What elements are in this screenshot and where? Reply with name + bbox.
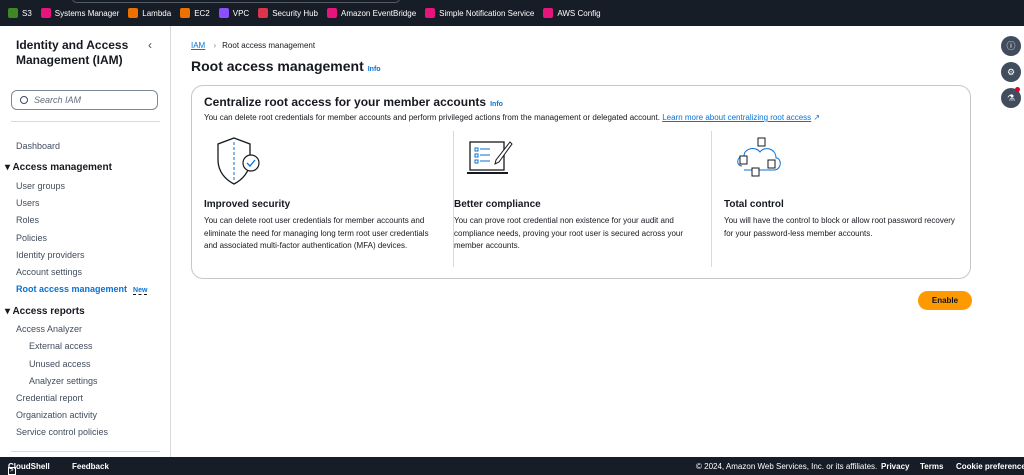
feature-improved-security: Improved security You can delete root us…: [204, 131, 454, 267]
section-access-reports[interactable]: ▾ Access reports: [5, 306, 85, 317]
section-access-management[interactable]: ▾ Access management: [5, 162, 112, 173]
search-icon: [20, 96, 28, 104]
feature-better-compliance: Better compliance You can prove root cre…: [454, 131, 712, 267]
favorite-aws-config[interactable]: AWS Config: [543, 8, 601, 18]
sidebar-item-identity-providers[interactable]: Identity providers: [16, 250, 85, 260]
systems-manager-icon: [40, 8, 51, 18]
card-description: You can delete root credentials for memb…: [204, 113, 821, 122]
ec2-icon: [180, 8, 191, 18]
info-panel-icon[interactable]: ⓘ: [1001, 36, 1021, 56]
sidebar-item-root-access-management[interactable]: Root access management New: [16, 284, 148, 295]
cloud-cubes-icon: [737, 137, 781, 177]
cookie-preferences-link[interactable]: Cookie preferences: [956, 462, 1024, 471]
sidebar-item-service-control-policies[interactable]: Service control policies: [16, 427, 108, 437]
favorites-bar: S3 Systems Manager Lambda EC2 VPC Securi…: [8, 8, 601, 18]
terms-link[interactable]: Terms: [920, 462, 943, 471]
search-iam-input[interactable]: Search IAM: [11, 90, 158, 110]
notification-dot: [1015, 87, 1020, 92]
favorite-security-hub[interactable]: Security Hub: [258, 8, 318, 18]
aws-config-icon: [543, 8, 554, 18]
settings-icon[interactable]: ⚙: [1001, 62, 1021, 82]
cloudshell-button[interactable]: > CloudShell: [8, 462, 50, 475]
sidebar-item-access-analyzer[interactable]: Access Analyzer: [16, 324, 82, 334]
learn-more-link[interactable]: Learn more about centralizing root acces…: [662, 113, 811, 122]
favorite-sns[interactable]: Simple Notification Service: [425, 8, 534, 18]
footer: > CloudShell Feedback © 2024, Amazon Web …: [0, 457, 1024, 475]
favorite-systems-manager[interactable]: Systems Manager: [40, 8, 119, 18]
sidebar-item-policies[interactable]: Policies: [16, 233, 47, 243]
sidebar: Identity and Access Management (IAM) ‹ S…: [0, 26, 171, 457]
favorite-s3[interactable]: S3: [8, 8, 32, 18]
sidebar-item-unused-access[interactable]: Unused access: [29, 359, 91, 369]
enable-button[interactable]: Enable: [918, 291, 972, 310]
copyright: © 2024, Amazon Web Services, Inc. or its…: [696, 462, 878, 471]
favorite-ec2[interactable]: EC2: [180, 8, 210, 18]
centralize-root-access-card: Centralize root access for your member a…: [191, 85, 971, 279]
sidebar-item-organization-activity[interactable]: Organization activity: [16, 410, 97, 420]
breadcrumb-separator-icon: ›: [213, 41, 217, 50]
sns-icon: [425, 8, 436, 18]
breadcrumb-iam[interactable]: IAM: [191, 41, 205, 50]
global-search-bar[interactable]: [72, 0, 400, 3]
favorite-eventbridge[interactable]: Amazon EventBridge: [327, 8, 416, 18]
collapse-sidebar-icon[interactable]: ‹: [148, 38, 152, 52]
card-info-link[interactable]: Info: [490, 101, 503, 108]
card-title: Centralize root access for your member a…: [204, 95, 503, 109]
divider: [11, 121, 160, 122]
breadcrumb-current: Root access management: [222, 41, 316, 50]
sidebar-item-analyzer-settings[interactable]: Analyzer settings: [29, 376, 98, 386]
eventbridge-icon: [327, 8, 337, 18]
page-info-link[interactable]: Info: [368, 66, 381, 73]
sidebar-item-account-settings[interactable]: Account settings: [16, 267, 82, 277]
sidebar-title: Identity and Access Management (IAM): [16, 38, 129, 67]
security-hub-icon: [258, 8, 269, 18]
terminal-icon: >: [8, 467, 16, 475]
lambda-icon: [128, 8, 139, 18]
laptop-checklist-icon: [467, 141, 513, 174]
sidebar-item-users[interactable]: Users: [16, 198, 40, 208]
favorite-lambda[interactable]: Lambda: [128, 8, 171, 18]
sidebar-item-dashboard[interactable]: Dashboard: [16, 141, 60, 151]
s3-icon: [8, 8, 18, 18]
privacy-link[interactable]: Privacy: [881, 462, 909, 471]
breadcrumb: IAM › Root access management: [191, 41, 315, 50]
feature-total-control: Total control You will have the control …: [724, 131, 974, 267]
sidebar-item-user-groups[interactable]: User groups: [16, 181, 65, 191]
sidebar-item-roles[interactable]: Roles: [16, 215, 39, 225]
sidebar-item-credential-report[interactable]: Credential report: [16, 393, 83, 403]
external-link-icon: ↗: [813, 113, 821, 122]
top-nav-bar: S3 Systems Manager Lambda EC2 VPC Securi…: [0, 0, 1024, 26]
divider: [711, 131, 712, 267]
sidebar-item-external-access[interactable]: External access: [29, 341, 93, 351]
page-title: Root access management Info: [191, 58, 381, 74]
feedback-link[interactable]: Feedback: [72, 462, 109, 471]
divider: [11, 451, 160, 452]
new-badge: New: [133, 287, 148, 295]
favorite-vpc[interactable]: VPC: [218, 8, 249, 18]
shield-check-icon: [217, 137, 260, 185]
vpc-icon: [218, 8, 229, 18]
